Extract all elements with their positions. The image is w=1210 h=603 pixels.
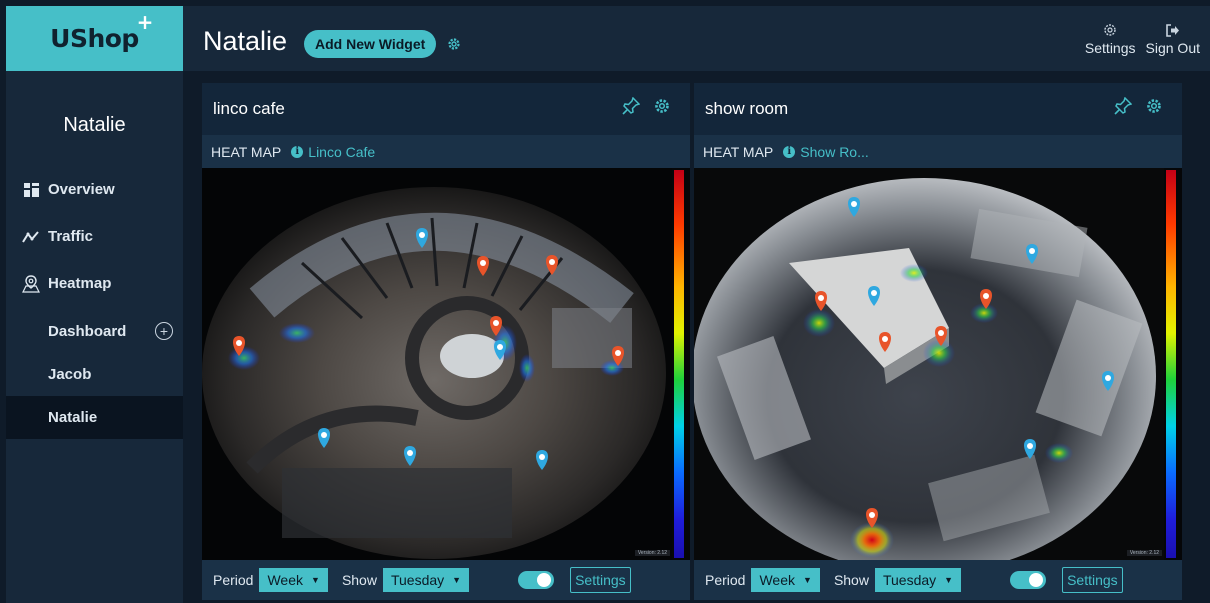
sidebar-item-label: Traffic: [48, 228, 94, 245]
info-icon: i: [291, 145, 304, 158]
sidebar-item-jacob[interactable]: Jacob: [6, 353, 183, 396]
widget-source-link[interactable]: i Linco Cafe: [291, 144, 375, 160]
sidebar: UShop + Natalie Overview Traffic Heatmap …: [6, 6, 183, 603]
sidebar-item-traffic[interactable]: Traffic: [6, 213, 183, 260]
period-label: Period: [705, 572, 746, 588]
gear-icon[interactable]: [654, 98, 670, 119]
sidebar-item-overview[interactable]: Overview: [6, 166, 183, 213]
widget-header: linco cafe: [202, 83, 690, 135]
pin-icon[interactable]: [622, 96, 641, 120]
chevron-down-icon: ▼: [803, 575, 812, 585]
heatmap-view[interactable]: Version: 2.12: [202, 168, 690, 560]
page-title: Natalie: [203, 26, 288, 56]
widget-settings-button[interactable]: Settings: [1062, 567, 1123, 593]
show-label: Show: [833, 572, 869, 588]
heatmap-view[interactable]: Version: 2.12: [694, 168, 1182, 560]
sign-out-label: Sign Out: [1145, 40, 1200, 56]
chevron-down-icon: ▼: [944, 575, 954, 585]
sidebar-item-dashboard[interactable]: Dashboard +: [6, 310, 183, 353]
show-select[interactable]: Tuesday ▼: [874, 568, 962, 592]
widget-source-label: Show Ro...: [800, 143, 869, 160]
widget-footer: Period Week ▼ Show Tuesday ▼ Settings: [694, 560, 1182, 600]
sidebar-item-label: Heatmap: [48, 275, 112, 292]
sign-out-icon: [1165, 22, 1180, 38]
sidebar-item-natalie[interactable]: Natalie: [6, 396, 183, 439]
sidebar-item-label: Dashboard: [48, 323, 127, 340]
settings-label: Settings: [1084, 40, 1136, 56]
sidebar-item-label: Natalie: [48, 409, 98, 426]
traffic-icon: [20, 230, 42, 243]
widget-type-label: HEAT MAP: [703, 143, 774, 160]
gear-icon: [1103, 22, 1117, 38]
gear-icon[interactable]: [447, 37, 461, 56]
widget-source-label: Linco Cafe: [308, 143, 376, 160]
widget-linco-cafe: linco cafe HEAT MAP i Linco Cafe Version…: [202, 83, 690, 600]
sidebar-user-name: Natalie: [63, 114, 126, 136]
info-icon: i: [783, 145, 796, 158]
header-actions: Settings Sign Out: [1085, 22, 1200, 56]
widget-show-room: show room HEAT MAP i Show Ro... Version:…: [694, 83, 1182, 600]
period-select[interactable]: Week ▼: [259, 568, 328, 592]
pin-icon[interactable]: [1114, 96, 1133, 120]
period-label: Period: [213, 572, 254, 588]
heat-scale-bar: [674, 170, 684, 558]
widget-title: show room: [705, 99, 789, 118]
widget-footer: Period Week ▼ Show Tuesday ▼ Settings: [202, 560, 690, 600]
top-header: Natalie Add New Widget Settings Sign Out: [183, 6, 1210, 71]
fisheye-image: [694, 168, 1164, 560]
logo-box[interactable]: UShop +: [6, 6, 183, 71]
sign-out-link[interactable]: Sign Out: [1146, 22, 1200, 56]
chevron-down-icon: ▼: [452, 575, 462, 585]
heatmap-toggle[interactable]: [1010, 571, 1047, 589]
widget-subheader: HEAT MAP i Linco Cafe: [202, 135, 690, 168]
widget-header: show room: [694, 83, 1182, 135]
settings-link[interactable]: Settings: [1085, 22, 1136, 56]
chevron-down-icon: ▼: [311, 575, 320, 585]
sidebar-nav: Overview Traffic Heatmap Dashboard + Jac…: [6, 166, 183, 439]
widget-settings-button[interactable]: Settings: [570, 567, 631, 593]
sidebar-item-heatmap[interactable]: Heatmap: [6, 260, 183, 307]
logo: UShop +: [50, 10, 153, 53]
show-select[interactable]: Tuesday ▼: [382, 568, 470, 592]
period-select[interactable]: Week ▼: [751, 568, 820, 592]
widget-source-link[interactable]: i Show Ro...: [783, 143, 869, 160]
widget-type-label: HEAT MAP: [211, 143, 282, 160]
heatmap-toggle[interactable]: [518, 571, 555, 589]
sidebar-item-label: Overview: [48, 181, 115, 198]
widget-subheader: HEAT MAP i Show Ro...: [694, 135, 1182, 168]
version-label: Version: 2.12: [634, 550, 670, 556]
version-label: Version: 2.12: [1126, 550, 1162, 556]
sidebar-item-label: Jacob: [48, 366, 92, 383]
heatmap-icon: [20, 274, 42, 293]
add-new-widget-button[interactable]: Add New Widget: [304, 30, 437, 58]
plus-circle-icon[interactable]: +: [155, 322, 173, 340]
gear-icon[interactable]: [1146, 98, 1162, 119]
heat-scale-bar: [1166, 170, 1176, 558]
show-label: Show: [341, 572, 377, 588]
widget-title: linco cafe: [213, 99, 285, 118]
overview-icon: [20, 182, 42, 197]
fisheye-image: [202, 168, 672, 560]
